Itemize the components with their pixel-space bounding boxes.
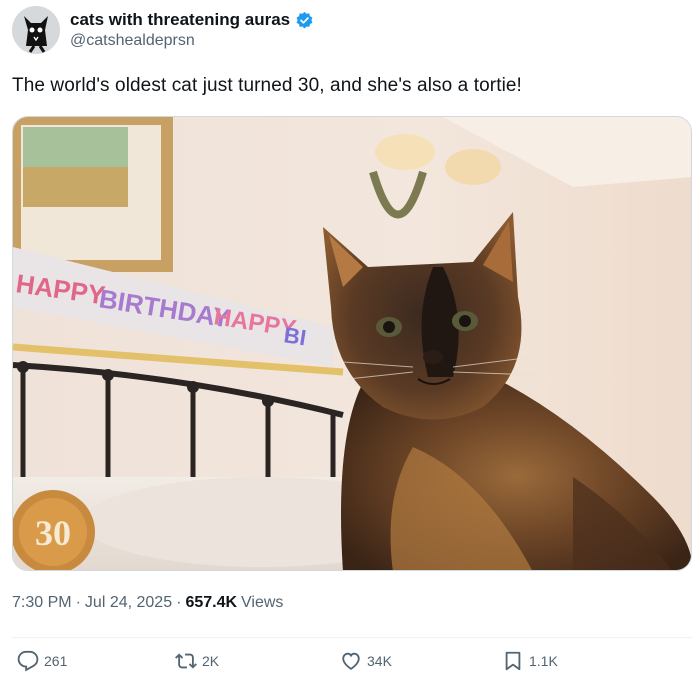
views-count[interactable]: 657.4K	[185, 594, 237, 612]
tweet-header: cats with threatening auras @catshealdep…	[12, 6, 314, 54]
reply-count: 261	[44, 653, 68, 669]
like-count: 34K	[367, 653, 392, 669]
bookmark-icon	[505, 651, 521, 671]
action-bar: 261 2K 34K 1.1K	[0, 650, 700, 682]
verified-badge-icon	[296, 11, 313, 28]
tweet-date[interactable]: Jul 24, 2025	[85, 594, 172, 612]
heart-icon	[342, 652, 360, 670]
retweet-icon	[175, 653, 197, 669]
reply-icon	[17, 650, 39, 672]
retweet-count: 2K	[202, 653, 220, 669]
avatar[interactable]	[12, 6, 60, 54]
meta-separator: ·	[176, 594, 182, 611]
handle[interactable]: @catshealdeprsn	[70, 32, 314, 50]
author-names: cats with threatening auras @catshealdep…	[70, 10, 314, 50]
meta-separator: ·	[75, 594, 81, 611]
tortoiseshell-cat-photo-icon: HAPPY BIRTHDAY HAPPY BI 30	[13, 117, 691, 570]
divider	[12, 637, 692, 638]
display-name[interactable]: cats with threatening auras	[70, 10, 290, 30]
tweet-time[interactable]: 7:30 PM	[12, 594, 72, 612]
tweet-meta: 7:30 PM · Jul 24, 2025 · 657.4K Views	[12, 594, 283, 612]
like-button[interactable]: 34K	[340, 650, 392, 672]
banner-word-4: BI	[282, 322, 308, 350]
bookmark-count: 1.1K	[529, 653, 558, 669]
retweet-button[interactable]: 2K	[175, 650, 219, 672]
balloon-number: 30	[35, 513, 71, 553]
bookmark-button[interactable]: 1.1K	[502, 650, 558, 672]
reply-button[interactable]: 261	[17, 650, 67, 672]
tweet-photo[interactable]: HAPPY BIRTHDAY HAPPY BI 30	[12, 116, 692, 571]
tweet-text: The world's oldest cat just turned 30, a…	[12, 75, 522, 96]
views-label: Views	[241, 594, 284, 611]
name-row: cats with threatening auras	[70, 10, 314, 30]
black-cat-avatar-icon	[12, 6, 60, 54]
